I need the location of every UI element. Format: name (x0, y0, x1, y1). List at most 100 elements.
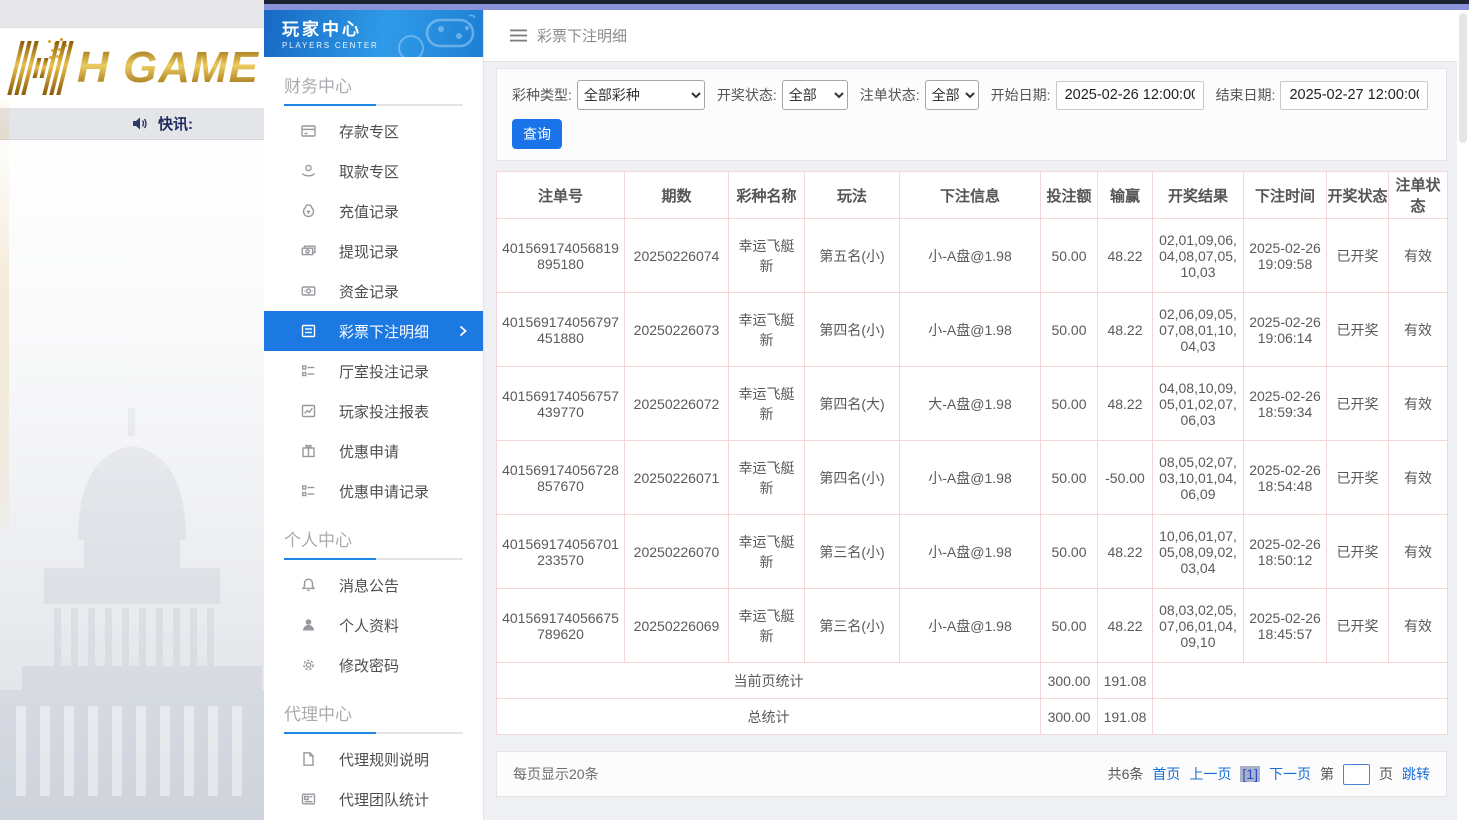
sidebar-item-label: 彩票下注明细 (339, 321, 429, 342)
cell-bet-time: 2025-02-26 18:50:12 (1244, 515, 1327, 589)
cell-order-no: 401569174056728857670 (497, 441, 625, 515)
table-row: 401569174056797451880 20250226073 幸运飞艇新 … (497, 293, 1448, 367)
cell-draw-status: 已开奖 (1327, 367, 1389, 441)
cell-winloss: 48.22 (1098, 515, 1153, 589)
person-icon (300, 617, 317, 633)
table-row: 401569174056675789620 20250226069 幸运飞艇新 … (497, 589, 1448, 663)
total-summary-winloss: 191.08 (1098, 699, 1153, 735)
prev-page-link[interactable]: 上一页 (1189, 764, 1231, 784)
cell-winloss: 48.22 (1098, 589, 1153, 663)
cell-lottery: 幸运飞艇新 (729, 589, 805, 663)
start-date-input[interactable] (1056, 81, 1204, 110)
cell-bet-time: 2025-02-26 18:45:57 (1244, 589, 1327, 663)
lottery-type-label: 彩种类型: (512, 85, 572, 105)
summary-empty-cell (1153, 699, 1448, 735)
cell-order-status: 有效 (1389, 589, 1448, 663)
search-button[interactable]: 查询 (512, 119, 562, 149)
first-page-link[interactable]: 首页 (1152, 764, 1180, 784)
cell-draw-status: 已开奖 (1327, 515, 1389, 589)
cell-draw-status: 已开奖 (1327, 219, 1389, 293)
cell-order-status: 有效 (1389, 293, 1448, 367)
table-row: 401569174056757439770 20250226072 幸运飞艇新 … (497, 367, 1448, 441)
hamburger-menu-icon[interactable] (510, 29, 527, 42)
newspaper-icon (300, 791, 317, 807)
total-summary-label: 总统计 (497, 699, 1041, 735)
section-underline (284, 732, 463, 734)
sidebar-item-deposit[interactable]: 存款专区 (264, 111, 483, 151)
bet-table-panel: 注单号 期数 彩种名称 玩法 下注信息 投注额 输赢 开奖结果 下注时间 开奖状… (496, 171, 1447, 735)
total-count-text: 共6条 (1108, 764, 1144, 784)
sidebar-item-funds-record[interactable]: 资金记录 (264, 271, 483, 311)
sidebar-item-hall-bet-record[interactable]: 厅室投注记录 (264, 351, 483, 391)
sidebar-item-player-report[interactable]: 玩家投注报表 (264, 391, 483, 431)
bet-table: 注单号 期数 彩种名称 玩法 下注信息 投注额 输赢 开奖结果 下注时间 开奖状… (496, 171, 1448, 735)
chevron-right-icon (459, 325, 467, 337)
sidebar-item-withdraw[interactable]: 取款专区 (264, 151, 483, 191)
pagination-bar: 每页显示20条 共6条 首页 上一页 [1] 下一页 第 页 跳转 (496, 751, 1447, 797)
col-header: 彩种名称 (729, 172, 805, 219)
sidebar-item-promo-record[interactable]: 优惠申请记录 (264, 471, 483, 511)
end-date-input[interactable] (1280, 81, 1428, 110)
cell-result: 08,05,02,07,03,10,01,04,06,09 (1153, 441, 1244, 515)
draw-status-label: 开奖状态: (717, 85, 777, 105)
logo-text: H GAME (77, 43, 259, 93)
banknote-icon (300, 283, 317, 299)
cell-play: 第四名(大) (805, 367, 900, 441)
sidebar-item-label: 玩家投注报表 (339, 401, 429, 422)
sidebar-item-label: 代理规则说明 (339, 749, 429, 770)
section-title-agent: 代理中心 (264, 685, 483, 725)
col-header: 投注额 (1041, 172, 1098, 219)
vertical-scrollbar[interactable] (1457, 10, 1469, 820)
cell-amount: 50.00 (1041, 441, 1098, 515)
cell-period: 20250226073 (625, 293, 729, 367)
page-summary-winloss: 191.08 (1098, 663, 1153, 699)
cell-result: 02,06,09,05,07,08,01,10,04,03 (1153, 293, 1244, 367)
sidebar-item-change-password[interactable]: 修改密码 (264, 645, 483, 685)
sidebar-item-announcements[interactable]: 消息公告 (264, 565, 483, 605)
sidebar-item-lottery-bet-detail[interactable]: 彩票下注明细 (264, 311, 483, 351)
next-page-link[interactable]: 下一页 (1269, 764, 1311, 784)
sidebar-item-withdraw-record[interactable]: 提现记录 (264, 231, 483, 271)
order-status-select[interactable]: 全部 (925, 80, 979, 110)
cell-result: 10,06,01,07,05,08,09,02,03,04 (1153, 515, 1244, 589)
banknotes-icon (300, 243, 317, 259)
end-date-label: 结束日期: (1216, 85, 1276, 105)
cell-lottery: 幸运飞艇新 (729, 219, 805, 293)
gift-icon (300, 443, 317, 459)
cell-winloss: 48.22 (1098, 293, 1153, 367)
col-header: 注单号 (497, 172, 625, 219)
sidebar-item-profile[interactable]: 个人资料 (264, 605, 483, 645)
page-number-input[interactable] (1343, 764, 1370, 785)
cell-draw-status: 已开奖 (1327, 589, 1389, 663)
chart-icon (300, 403, 317, 419)
sidebar-item-agent-team-stats[interactable]: 代理团队统计 (264, 779, 483, 819)
order-status-label: 注单状态: (860, 85, 920, 105)
cell-order-status: 有效 (1389, 367, 1448, 441)
page-summary-amount: 300.00 (1041, 663, 1098, 699)
content: 彩种类型: 全部彩种 开奖状态: 全部 注单状态: 全部 开始日期: 结束日期:… (484, 62, 1469, 797)
cell-play: 第五名(小) (805, 219, 900, 293)
draw-status-select[interactable]: 全部 (782, 80, 848, 110)
money-bag-icon (300, 203, 317, 219)
cell-winloss: 48.22 (1098, 219, 1153, 293)
lottery-type-select[interactable]: 全部彩种 (577, 80, 705, 110)
col-header: 输赢 (1098, 172, 1153, 219)
sidebar-item-promo-apply[interactable]: 优惠申请 (264, 431, 483, 471)
bell-icon (300, 577, 317, 593)
sidebar-item-agent-rules[interactable]: 代理规则说明 (264, 739, 483, 779)
background-scene (0, 140, 264, 820)
jump-button[interactable]: 跳转 (1402, 764, 1430, 784)
logo-mark-icon (7, 41, 73, 95)
sidebar-item-label: 资金记录 (339, 281, 399, 302)
current-page-indicator: [1] (1240, 766, 1260, 782)
col-header: 下注时间 (1244, 172, 1327, 219)
cell-winloss: 48.22 (1098, 367, 1153, 441)
sidebar-item-label: 存款专区 (339, 121, 399, 142)
cell-bet-time: 2025-02-26 19:09:58 (1244, 219, 1327, 293)
scene-fade-overlay (0, 140, 264, 820)
cell-order-no: 401569174056797451880 (497, 293, 625, 367)
cell-bet-info: 大-A盘@1.98 (900, 367, 1041, 441)
sidebar-item-recharge-record[interactable]: 充值记录 (264, 191, 483, 231)
scrollbar-thumb[interactable] (1459, 13, 1467, 143)
summary-empty-cell (1153, 663, 1448, 699)
